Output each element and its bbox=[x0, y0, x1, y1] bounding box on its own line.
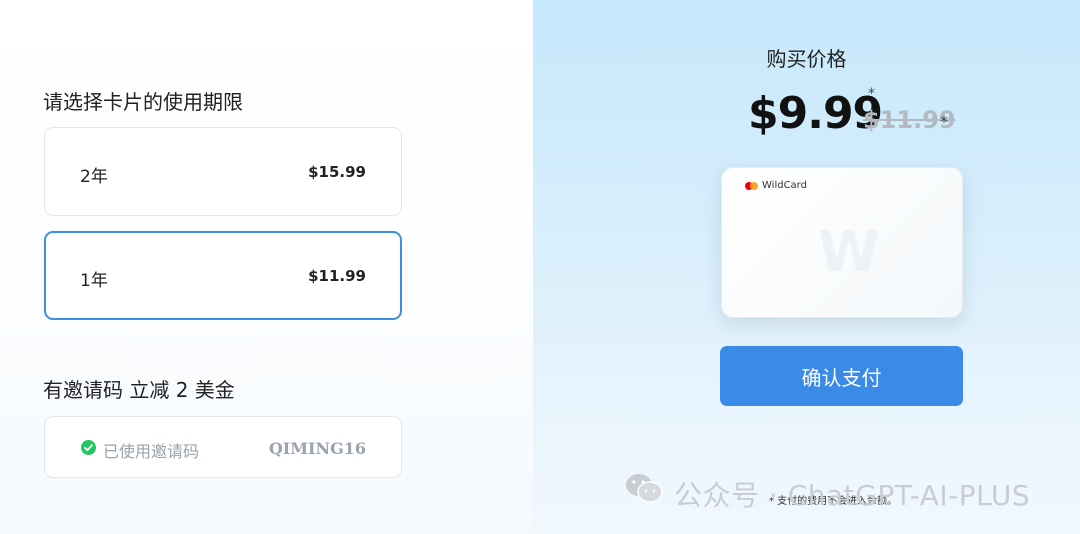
card-logo-watermark: W bbox=[818, 220, 880, 285]
check-circle-icon bbox=[81, 440, 96, 455]
option-1-year[interactable]: 1年 $11.99 bbox=[44, 231, 402, 320]
right-panel: 购买价格 $9.99 * $11.99 * WildCard W 确认支付 * … bbox=[533, 0, 1080, 534]
watermark-text: 公众号 · ChatGPT-AI-PLUS bbox=[674, 479, 1031, 512]
card-brand: WildCard bbox=[762, 180, 807, 191]
option-label: 1年 bbox=[80, 271, 108, 291]
invite-status: 已使用邀请码 bbox=[103, 442, 200, 461]
invite-title: 有邀请码 立减 2 美金 bbox=[43, 378, 235, 402]
left-panel: 请选择卡片的使用期限 2年 $15.99 1年 $11.99 有邀请码 立减 2… bbox=[0, 0, 533, 534]
invite-code-box: 已使用邀请码 QIMING16 bbox=[44, 416, 402, 478]
wildcard-card: WildCard W bbox=[721, 167, 963, 318]
invite-code: QIMING16 bbox=[268, 439, 366, 458]
validity-title: 请选择卡片的使用期限 bbox=[43, 90, 243, 114]
option-label: 2年 bbox=[80, 167, 108, 187]
price-asterisk: * bbox=[868, 86, 875, 102]
option-price: $15.99 bbox=[308, 163, 366, 181]
wechat-icon bbox=[626, 474, 663, 503]
price-label: 购买价格 bbox=[766, 47, 847, 71]
confirm-payment-button[interactable]: 确认支付 bbox=[720, 346, 963, 406]
option-price: $11.99 bbox=[308, 267, 366, 285]
option-2-years[interactable]: 2年 $15.99 bbox=[44, 127, 402, 216]
mastercard-icon bbox=[745, 182, 759, 190]
price-asterisk: * bbox=[940, 112, 948, 131]
